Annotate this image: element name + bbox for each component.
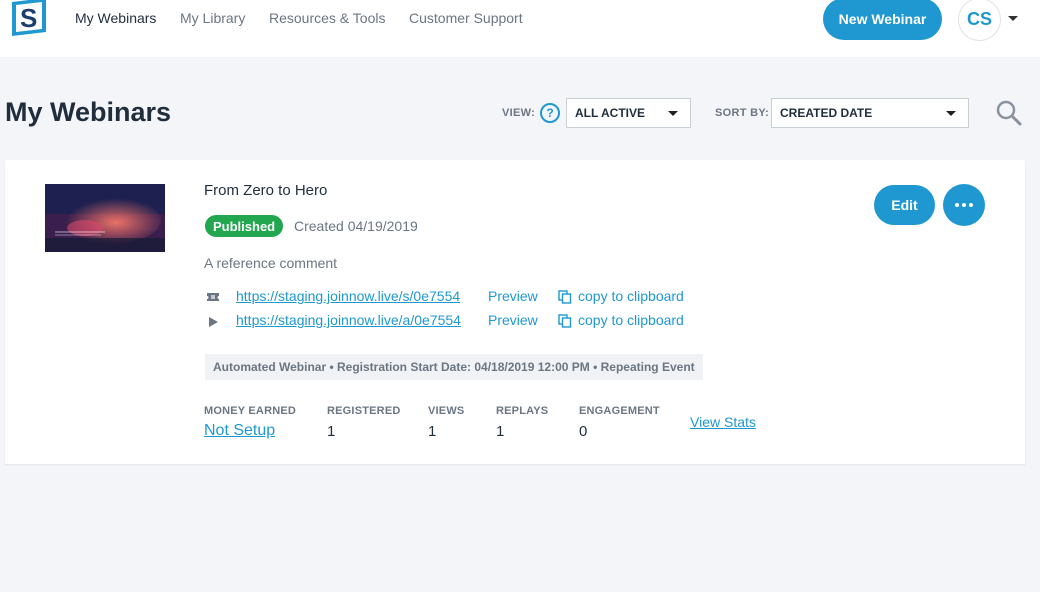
chevron-down-icon <box>946 111 956 116</box>
edit-button[interactable]: Edit <box>874 185 935 225</box>
view-label: VIEW: <box>502 107 536 119</box>
registration-link[interactable]: https://staging.joinnow.live/s/0e7554 <box>236 288 460 304</box>
sort-label: SORT BY: <box>715 107 770 119</box>
status-badge: Published <box>205 215 284 237</box>
preview-link[interactable]: Preview <box>488 288 538 304</box>
chevron-down-icon <box>668 111 678 116</box>
page-title: My Webinars <box>5 97 172 127</box>
views-label: VIEWS <box>428 405 465 417</box>
preview-link[interactable]: Preview <box>488 312 538 328</box>
created-date: Created 04/19/2019 <box>294 218 418 234</box>
views-value: 1 <box>428 423 437 440</box>
registered-value: 1 <box>327 423 336 440</box>
registered-label: REGISTERED <box>327 405 401 417</box>
money-earned-label: MONEY EARNED <box>204 405 297 417</box>
play-icon <box>209 317 218 327</box>
money-earned-value[interactable]: Not Setup <box>204 422 275 440</box>
attendee-link[interactable]: https://staging.joinnow.live/a/0e7554 <box>236 312 461 328</box>
top-navigation-bar: S My Webinars My Library Resources & Too… <box>0 0 1040 57</box>
copy-to-clipboard-button[interactable]: copy to clipboard <box>578 288 684 304</box>
webinar-thumbnail[interactable] <box>45 184 165 252</box>
thumbnail-image <box>45 184 165 252</box>
sort-select-value: CREATED DATE <box>780 106 873 120</box>
nav-customer-support[interactable]: Customer Support <box>409 10 523 26</box>
more-dot-icon <box>962 203 966 207</box>
search-icon[interactable] <box>996 100 1022 126</box>
user-avatar[interactable]: CS <box>958 0 1001 41</box>
webinar-comment: A reference comment <box>204 255 338 271</box>
copy-icon[interactable] <box>558 290 572 304</box>
nav-my-webinars[interactable]: My Webinars <box>75 10 156 26</box>
nav-resources-tools[interactable]: Resources & Tools <box>269 10 385 26</box>
sort-select[interactable]: CREATED DATE <box>771 98 969 128</box>
view-select-value: ALL ACTIVE <box>575 106 646 120</box>
replays-value: 1 <box>496 423 505 440</box>
webinar-title[interactable]: From Zero to Hero <box>204 182 327 199</box>
engagement-label: ENGAGEMENT <box>579 405 660 417</box>
nav-my-library[interactable]: My Library <box>180 10 245 26</box>
replays-label: REPLAYS <box>496 405 549 417</box>
webinar-info-bar: Automated Webinar • Registration Start D… <box>205 354 703 380</box>
chevron-down-icon[interactable] <box>1008 16 1018 21</box>
new-webinar-button[interactable]: New Webinar <box>823 0 942 40</box>
copy-to-clipboard-button[interactable]: copy to clipboard <box>578 312 684 328</box>
more-dot-icon <box>955 203 959 207</box>
brand-logo-icon[interactable]: S <box>6 0 52 38</box>
svg-text:S: S <box>20 3 37 33</box>
ticket-icon <box>207 293 219 301</box>
more-dot-icon <box>969 203 973 207</box>
more-options-button[interactable] <box>943 184 985 226</box>
view-stats-link[interactable]: View Stats <box>690 414 756 430</box>
engagement-value: 0 <box>579 423 588 440</box>
view-select[interactable]: ALL ACTIVE <box>566 98 691 128</box>
copy-icon[interactable] <box>558 314 572 328</box>
help-icon[interactable]: ? <box>540 103 560 123</box>
